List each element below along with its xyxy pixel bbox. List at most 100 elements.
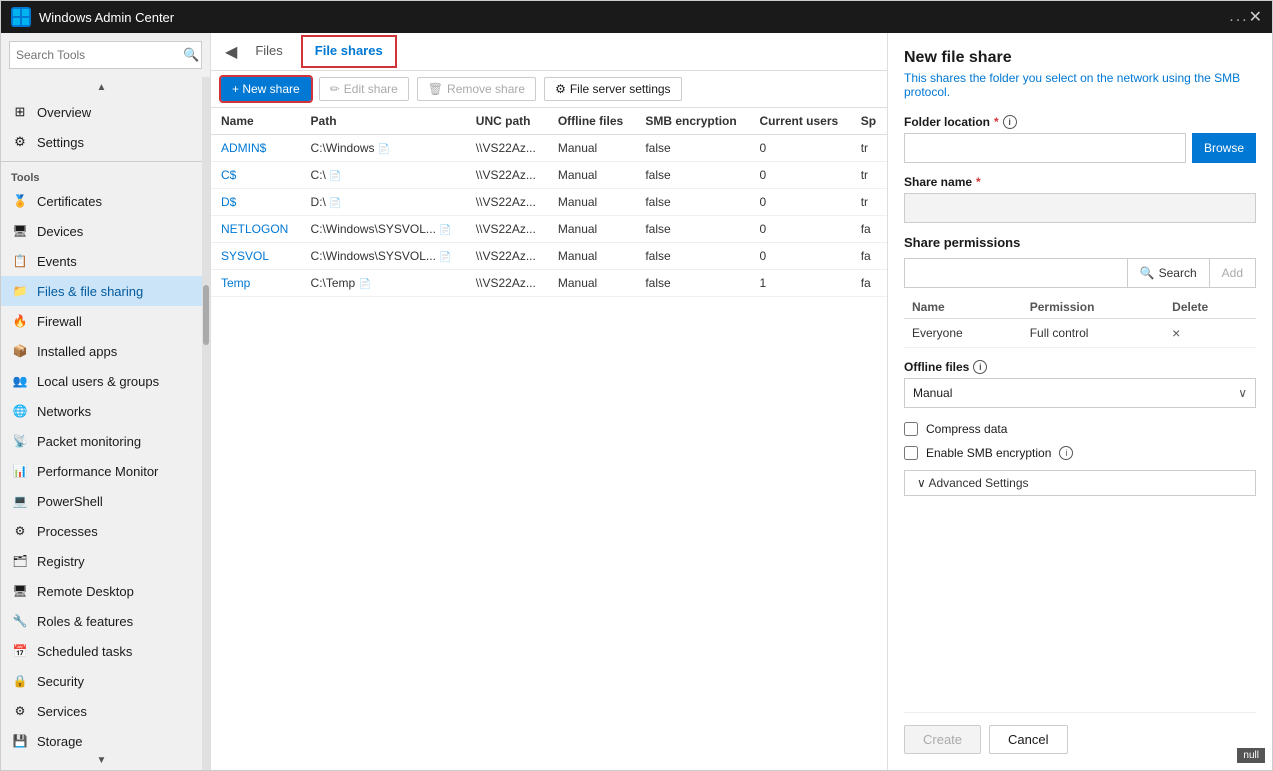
- scroll-up-arrow[interactable]: ▲: [1, 77, 202, 97]
- share-link[interactable]: C$: [221, 168, 236, 182]
- tab-file-shares[interactable]: File shares: [301, 35, 397, 68]
- cell-path: C:\Windows\SYSVOL... 📄: [301, 243, 466, 270]
- local-users-icon: 👥: [11, 372, 29, 390]
- compress-data-row: Compress data: [904, 422, 1256, 436]
- close-icon[interactable]: ✕: [1249, 7, 1262, 27]
- permissions-table: Name Permission Delete Everyone Full con…: [904, 296, 1256, 348]
- cell-smb: false: [635, 189, 749, 216]
- share-link[interactable]: Temp: [221, 276, 250, 290]
- file-icon: 📄: [439, 252, 451, 263]
- sidebar: 🔍 ▲ ⊞ Overview ⚙ Settings: [1, 33, 211, 770]
- sidebar-item-settings[interactable]: ⚙ Settings: [1, 127, 202, 157]
- sidebar-item-powershell[interactable]: 💻 PowerShell: [1, 486, 202, 516]
- storage-icon: 💾: [11, 732, 29, 750]
- delete-permission-icon[interactable]: ×: [1172, 325, 1180, 341]
- cell-smb: false: [635, 135, 749, 162]
- share-link[interactable]: NETLOGON: [221, 222, 288, 236]
- tab-files[interactable]: Files: [241, 35, 296, 68]
- sidebar-item-devices[interactable]: 🖥 Devices: [1, 216, 202, 246]
- events-icon: 📋: [11, 252, 29, 270]
- add-permission-button[interactable]: Add: [1210, 258, 1256, 288]
- search-icon: 🔍: [177, 47, 205, 63]
- share-link[interactable]: SYSVOL: [221, 249, 269, 263]
- permissions-search-row: 🔍 Search Add: [904, 258, 1256, 288]
- sidebar-item-certificates[interactable]: 🏅 Certificates: [1, 186, 202, 216]
- file-server-settings-button[interactable]: ⚙ File server settings: [544, 77, 681, 101]
- packet-monitoring-icon: 📡: [11, 432, 29, 450]
- table-row: ADMIN$ C:\Windows 📄 \\VS22Az... Manual f…: [211, 135, 887, 162]
- search-input[interactable]: [10, 48, 177, 62]
- folder-location-input[interactable]: [904, 133, 1186, 163]
- sidebar-item-local-users[interactable]: 👥 Local users & groups: [1, 366, 202, 396]
- panel-footer: Create Cancel: [904, 712, 1256, 754]
- offline-files-info-icon[interactable]: i: [973, 360, 987, 374]
- sidebar-item-processes[interactable]: ⚙ Processes: [1, 516, 202, 546]
- required-star: *: [994, 115, 999, 129]
- table-row: C$ C:\ 📄 \\VS22Az... Manual false 0 tr: [211, 162, 887, 189]
- app-title: Windows Admin Center: [39, 10, 1223, 25]
- sidebar-item-files-file-sharing[interactable]: 📁 Files & file sharing: [1, 276, 202, 306]
- sidebar-item-storage[interactable]: 💾 Storage: [1, 726, 202, 750]
- search-box[interactable]: 🔍: [9, 41, 202, 69]
- sidebar-item-label: Overview: [37, 105, 91, 120]
- sidebar-item-remote-desktop[interactable]: 🖥 Remote Desktop: [1, 576, 202, 606]
- perm-col-permission: Permission: [1022, 296, 1164, 319]
- collapse-sidebar-btn[interactable]: ◀: [221, 38, 241, 66]
- sidebar-item-label: Roles & features: [37, 614, 133, 629]
- smb-info-icon[interactable]: i: [1059, 446, 1073, 460]
- cell-name: C$: [211, 162, 301, 189]
- share-link[interactable]: D$: [221, 195, 236, 209]
- cell-unc: \\VS22Az...: [466, 135, 548, 162]
- sidebar-item-roles-features[interactable]: 🔧 Roles & features: [1, 606, 202, 636]
- permissions-search-input[interactable]: [904, 258, 1128, 288]
- sidebar-item-label: Storage: [37, 734, 83, 749]
- new-share-button[interactable]: + New share: [221, 77, 311, 101]
- sidebar-item-security[interactable]: 🔒 Security: [1, 666, 202, 696]
- sidebar-item-packet-monitoring[interactable]: 📡 Packet monitoring: [1, 426, 202, 456]
- cell-sp: tr: [851, 189, 887, 216]
- cancel-button[interactable]: Cancel: [989, 725, 1067, 754]
- cell-unc: \\VS22Az...: [466, 162, 548, 189]
- permissions-search-button[interactable]: 🔍 Search: [1128, 258, 1210, 288]
- create-button[interactable]: Create: [904, 725, 981, 754]
- sidebar-item-firewall[interactable]: 🔥 Firewall: [1, 306, 202, 336]
- perm-delete[interactable]: ×: [1164, 319, 1256, 348]
- edit-share-button[interactable]: ✏ Edit share: [319, 77, 409, 101]
- cell-users: 0: [750, 243, 851, 270]
- perm-name: Everyone: [904, 319, 1022, 348]
- remove-share-button[interactable]: 🗑 Remove share: [417, 77, 536, 101]
- sidebar-item-networks[interactable]: 🌐 Networks: [1, 396, 202, 426]
- cell-sp: tr: [851, 135, 887, 162]
- sidebar-item-label: Devices: [37, 224, 83, 239]
- sidebar-scrollbar[interactable]: [202, 77, 210, 770]
- browse-button[interactable]: Browse: [1192, 133, 1256, 163]
- col-users: Current users: [750, 108, 851, 135]
- folder-location-info-icon[interactable]: i: [1003, 115, 1017, 129]
- share-name-input[interactable]: [904, 193, 1256, 223]
- cell-path: D:\ 📄: [301, 189, 466, 216]
- advanced-settings-button[interactable]: ∨ Advanced Settings: [904, 470, 1256, 496]
- networks-icon: 🌐: [11, 402, 29, 420]
- sidebar-item-label: Networks: [37, 404, 91, 419]
- sidebar-item-installed-apps[interactable]: 📦 Installed apps: [1, 336, 202, 366]
- cell-name: NETLOGON: [211, 216, 301, 243]
- perm-col-delete: Delete: [1164, 296, 1256, 319]
- edit-icon: ✏: [330, 82, 340, 96]
- file-icon: 📄: [439, 225, 451, 236]
- security-icon: 🔒: [11, 672, 29, 690]
- sidebar-item-services[interactable]: ⚙ Services: [1, 696, 202, 726]
- sidebar-item-overview[interactable]: ⊞ Overview: [1, 97, 202, 127]
- cell-smb: false: [635, 162, 749, 189]
- remote-desktop-icon: 🖥: [11, 582, 29, 600]
- scroll-down-arrow[interactable]: ▼: [1, 750, 202, 770]
- cell-unc: \\VS22Az...: [466, 243, 548, 270]
- enable-smb-checkbox[interactable]: [904, 446, 918, 460]
- share-link[interactable]: ADMIN$: [221, 141, 266, 155]
- sidebar-item-registry[interactable]: 🗂 Registry: [1, 546, 202, 576]
- cell-users: 0: [750, 162, 851, 189]
- compress-data-checkbox[interactable]: [904, 422, 918, 436]
- sidebar-item-scheduled-tasks[interactable]: 📅 Scheduled tasks: [1, 636, 202, 666]
- sidebar-item-performance-monitor[interactable]: 📊 Performance Monitor: [1, 456, 202, 486]
- offline-files-dropdown[interactable]: Manual ∨: [904, 378, 1256, 408]
- sidebar-item-events[interactable]: 📋 Events: [1, 246, 202, 276]
